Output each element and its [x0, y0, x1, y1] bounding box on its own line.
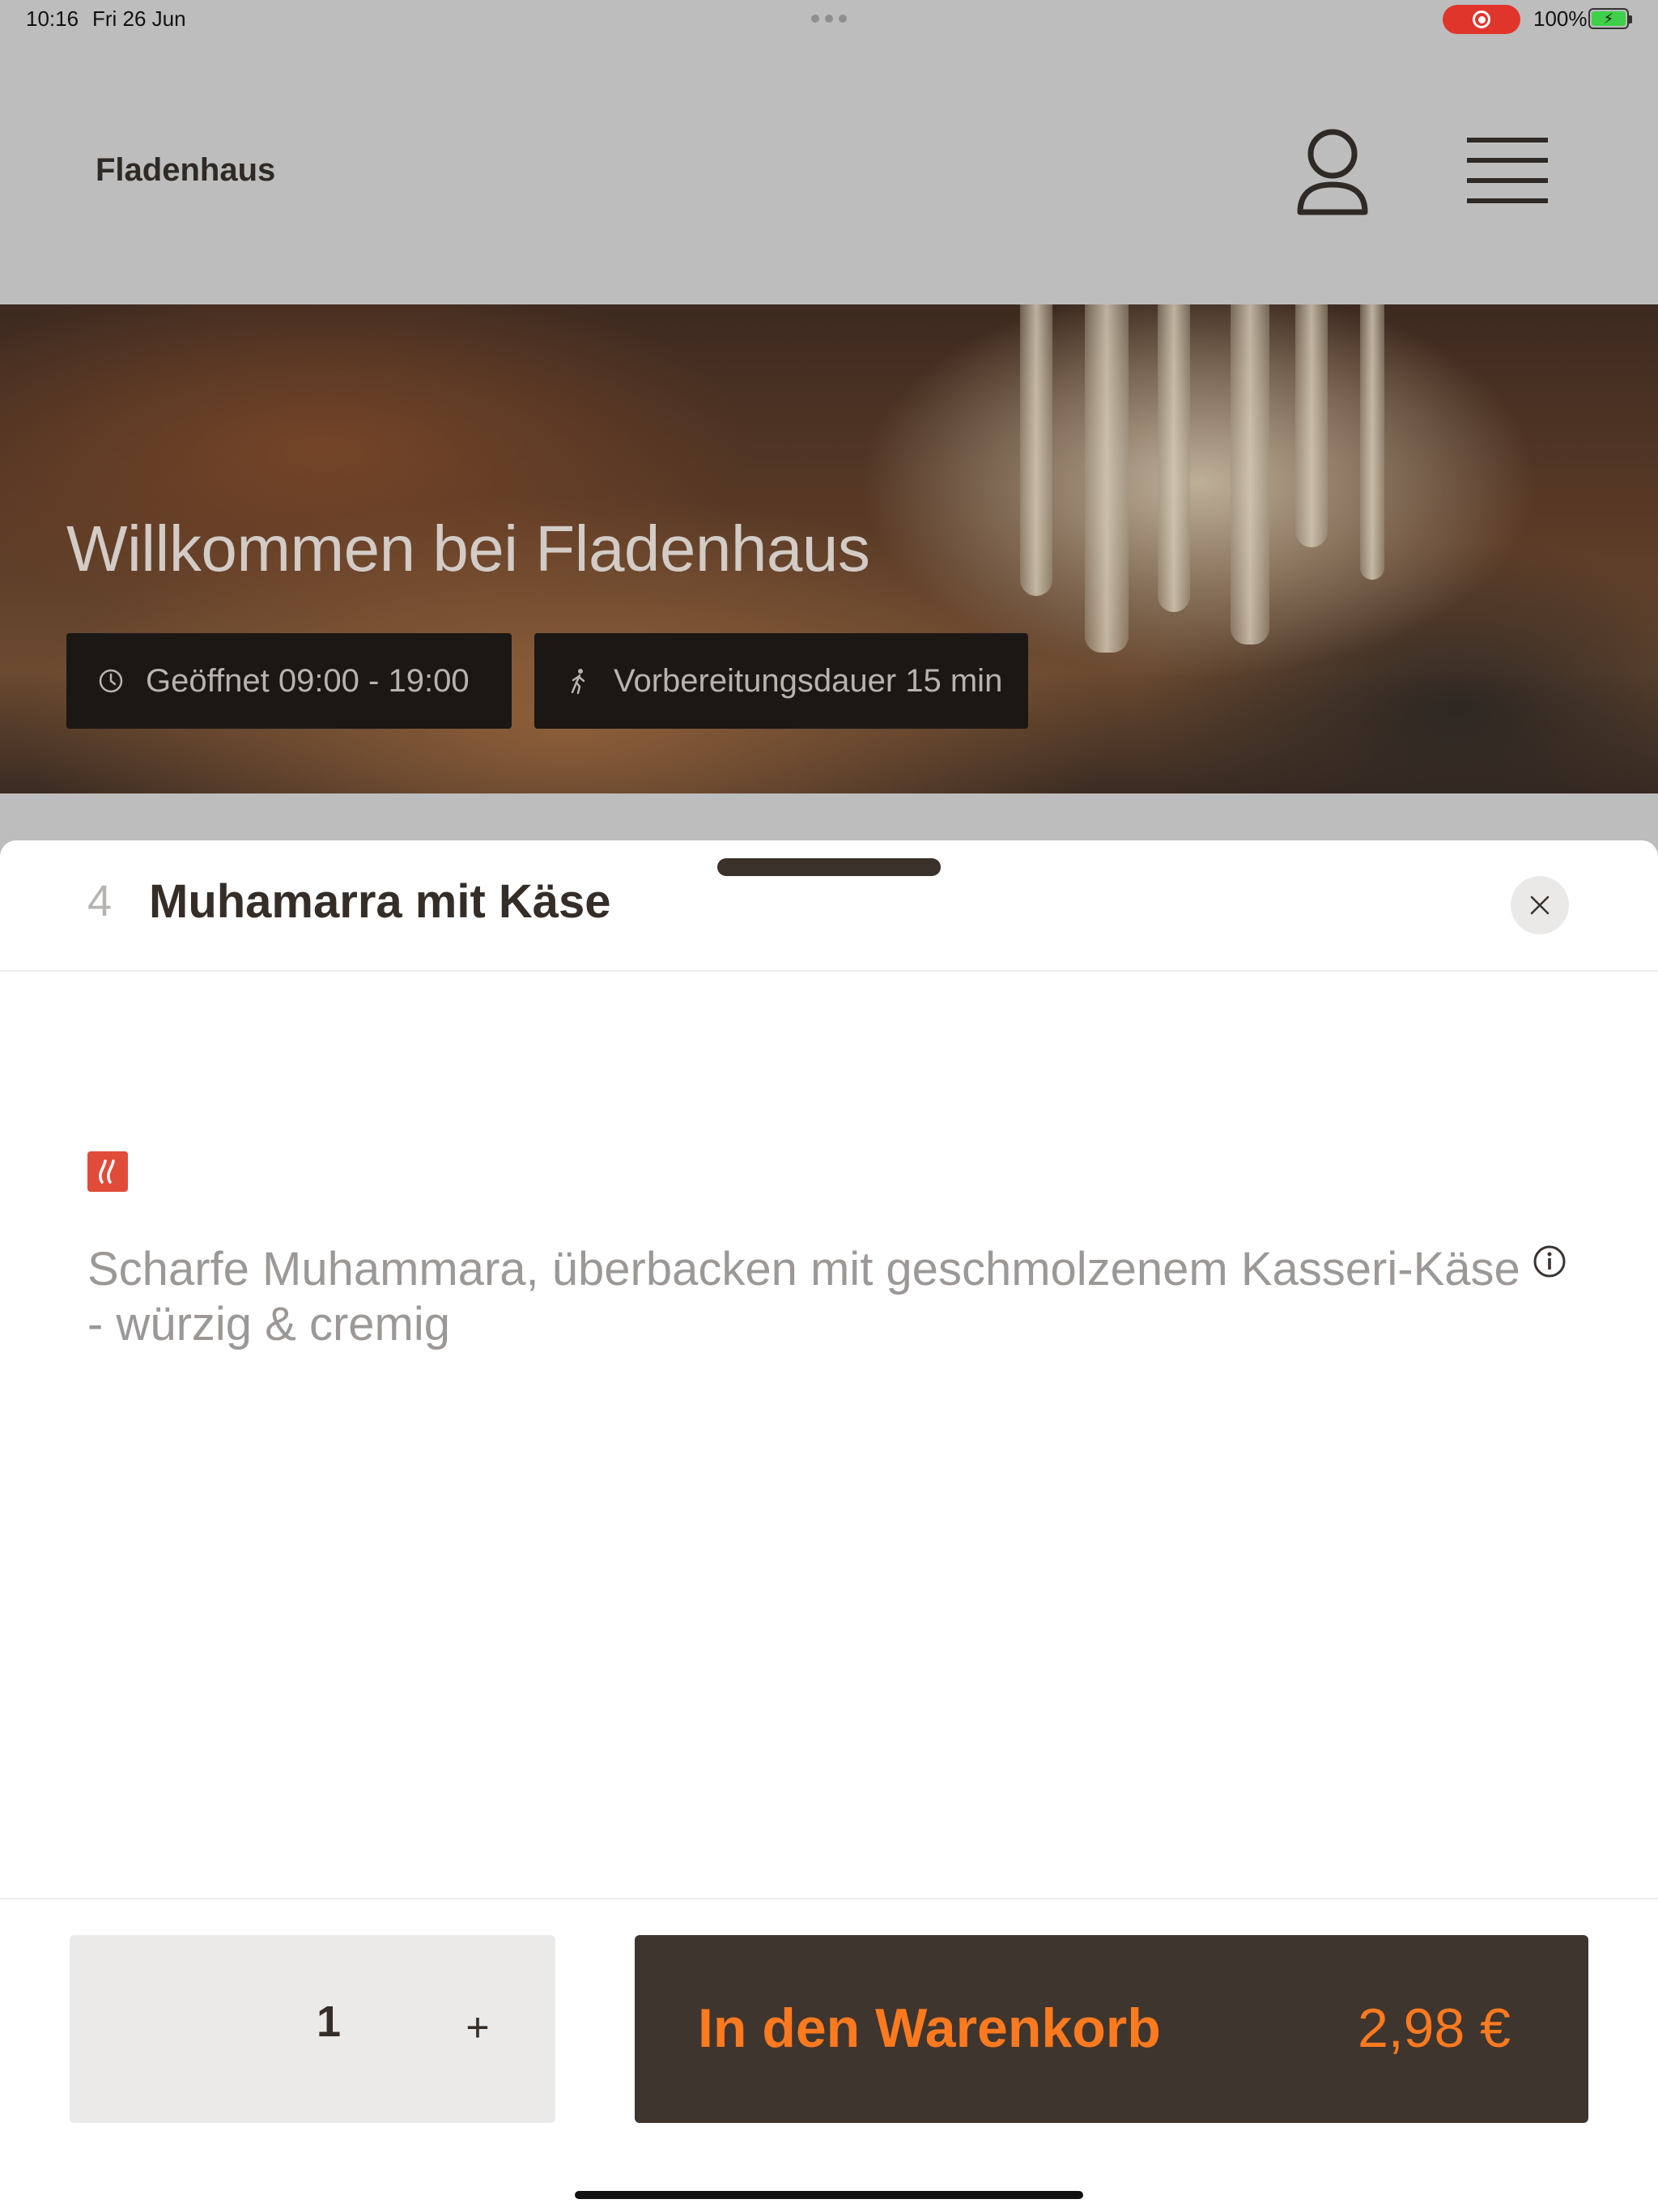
prep-time-chip: Vorbereitungsdauer 15 min [534, 633, 1028, 729]
brand-title[interactable]: Fladenhaus [96, 152, 275, 189]
app-header: Fladenhaus [0, 39, 1658, 304]
product-sheet: 4 Muhamarra mit Käse Scharfe Muhammara, … [0, 840, 1658, 2212]
divider [0, 1898, 1658, 1899]
add-to-cart-label: In den Warenkorb [698, 1997, 1161, 2059]
item-description: Scharfe Muhammara, überbacken mit geschm… [87, 1243, 1520, 1351]
clock-icon [99, 669, 123, 693]
battery-percent: 100% [1533, 6, 1588, 31]
opening-hours-chip: Geöffnet 09:00 - 19:00 [66, 633, 512, 729]
user-icon[interactable] [1294, 128, 1371, 217]
add-to-cart-button[interactable]: In den Warenkorb 2,98 € [635, 1935, 1588, 2123]
sheet-grabber[interactable] [717, 858, 941, 876]
status-date: Fri 26 Jun [92, 6, 186, 31]
item-price: 2,98 € [1357, 1997, 1511, 2059]
status-time: 10:16 [26, 6, 79, 31]
quantity-value: 1 [316, 1997, 342, 2046]
prep-time-text: Vorbereitungsdauer 15 min [614, 662, 1003, 699]
status-bar: 10:16 Fri 26 Jun 100% ⚡ [0, 0, 1658, 39]
hero-title: Willkommen bei Fladenhaus [66, 513, 870, 585]
info-icon[interactable] [1532, 1244, 1567, 1279]
spicy-icon [87, 1151, 128, 1192]
home-indicator[interactable] [575, 2191, 1083, 2199]
menu-icon[interactable] [1467, 136, 1548, 206]
close-icon [1530, 895, 1550, 915]
backdrop[interactable] [0, 793, 1658, 842]
opening-hours-text: Geöffnet 09:00 - 19:00 [146, 662, 470, 699]
screen-recording-icon[interactable] [1443, 5, 1520, 34]
walking-icon [571, 669, 585, 695]
quantity-stepper: 1 + [70, 1935, 555, 2123]
divider [0, 970, 1658, 972]
item-title: Muhamarra mit Käse [149, 875, 611, 928]
battery-icon: ⚡ [1588, 8, 1632, 29]
item-number: 4 [87, 877, 113, 925]
hero-banner: Willkommen bei Fladenhaus Geöffnet 09:00… [0, 304, 1658, 793]
plus-button[interactable]: + [445, 1995, 510, 2060]
close-button[interactable] [1511, 876, 1569, 934]
multitasking-dots-icon[interactable] [811, 15, 847, 23]
